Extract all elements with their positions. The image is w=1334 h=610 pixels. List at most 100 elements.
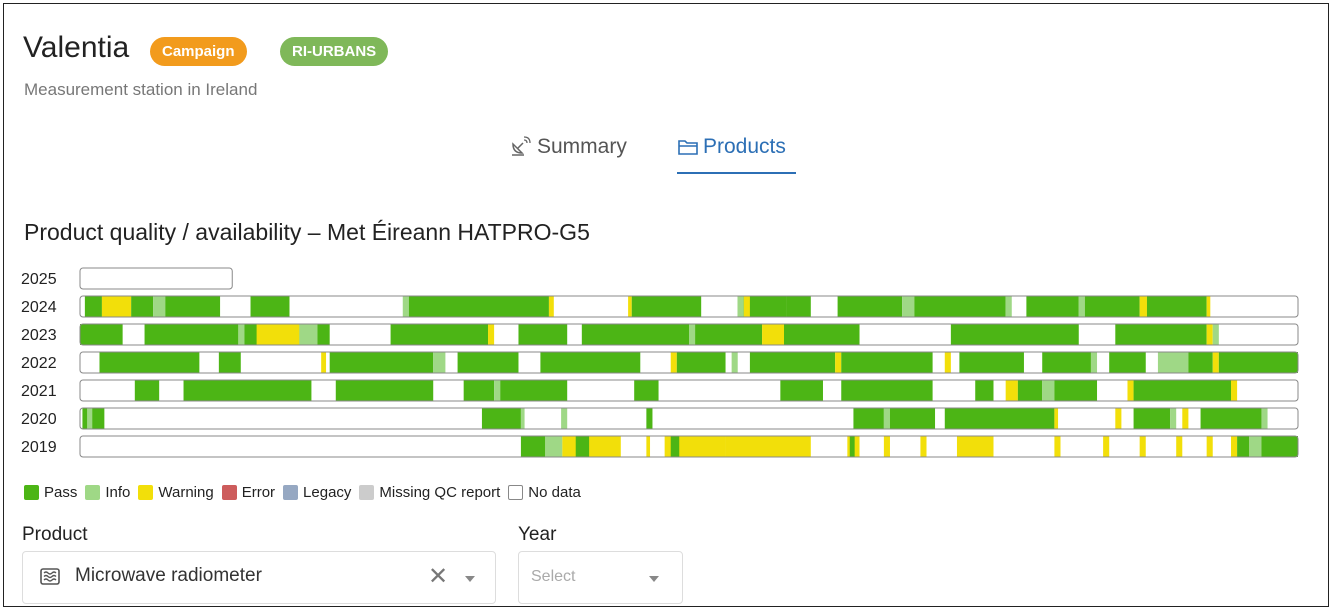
availability-segment-warning[interactable] [1115,408,1122,429]
availability-segment-pass[interactable] [849,436,855,457]
availability-segment-info[interactable] [520,408,525,429]
availability-row[interactable] [79,351,1299,374]
availability-segment-info[interactable] [1170,408,1177,429]
availability-segment-pass[interactable] [1084,296,1140,317]
availability-segment-pass[interactable] [1261,436,1298,457]
availability-segment-warning[interactable] [1054,436,1061,457]
availability-segment-pass[interactable] [134,380,160,401]
product-select[interactable]: Microwave radiometer ✕ [22,551,496,604]
availability-segment-warning[interactable] [883,436,890,457]
availability-segment-pass[interactable] [131,296,154,317]
availability-segment-pass[interactable] [914,296,1006,317]
chevron-down-icon[interactable] [649,576,659,582]
availability-segment-pass[interactable] [84,296,102,317]
tab-products[interactable]: Products [677,132,796,174]
availability-segment-warning[interactable] [743,296,750,317]
availability-segment-pass[interactable] [457,352,519,373]
tab-summary[interactable]: Summary [509,132,627,174]
availability-segment-warning[interactable] [1176,436,1183,457]
availability-segment-info[interactable] [1005,296,1012,317]
availability-row[interactable] [79,407,1299,430]
availability-segment-warning[interactable] [725,436,811,457]
availability-segment-pass[interactable] [80,324,123,345]
availability-segment-warning[interactable] [1206,296,1211,317]
availability-row[interactable] [79,379,1299,402]
availability-segment-pass[interactable] [390,324,489,345]
availability-segment-pass[interactable] [1115,324,1207,345]
availability-segment-info[interactable] [1157,352,1189,373]
availability-segment-pass[interactable] [780,380,823,401]
availability-segment-info[interactable] [153,296,166,317]
availability-segment-info[interactable] [238,324,245,345]
clear-icon[interactable]: ✕ [428,562,448,591]
availability-segment-info[interactable] [299,324,318,345]
availability-segment-info[interactable] [1042,380,1055,401]
availability-segment-pass[interactable] [581,324,689,345]
availability-segment-pass[interactable] [520,436,546,457]
availability-segment-pass[interactable] [540,352,641,373]
availability-segment-info[interactable] [1249,436,1262,457]
availability-segment-warning[interactable] [562,436,621,457]
availability-segment-pass[interactable] [695,324,763,345]
availability-segment-pass[interactable] [518,324,568,345]
availability-segment-warning[interactable] [548,296,554,317]
availability-segment-warning[interactable] [1231,380,1238,401]
availability-segment-pass[interactable] [92,408,105,429]
availability-segment-pass[interactable] [841,352,933,373]
availability-segment-pass[interactable] [335,380,434,401]
availability-segment-pass[interactable] [784,324,860,345]
chevron-down-icon[interactable] [465,576,475,582]
availability-segment-warning[interactable] [1182,408,1189,429]
availability-segment-warning[interactable] [1139,436,1146,457]
availability-segment-pass[interactable] [99,352,200,373]
availability-segment-pass[interactable] [408,296,549,317]
availability-segment-pass[interactable] [1146,296,1207,317]
availability-segment-pass[interactable] [144,324,239,345]
availability-segment-pass[interactable] [975,380,994,401]
availability-segment-warning[interactable] [670,352,677,373]
availability-segment-warning[interactable] [1054,408,1059,429]
availability-segment-warning[interactable] [321,352,327,373]
availability-segment-pass[interactable] [1017,380,1043,401]
availability-segment-info[interactable] [902,296,915,317]
availability-segment-pass[interactable] [634,380,659,401]
availability-segment-info[interactable] [87,408,93,429]
availability-segment-warning[interactable] [1212,352,1219,373]
availability-segment-pass[interactable] [218,352,241,373]
availability-segment-warning[interactable] [920,436,927,457]
availability-segment-warning[interactable] [762,324,785,345]
availability-segment-pass[interactable] [575,436,590,457]
availability-segment-info[interactable] [731,352,738,373]
availability-segment-pass[interactable] [786,296,811,317]
availability-segment-warning[interactable] [1206,324,1213,345]
availability-segment-pass[interactable] [1054,380,1098,401]
availability-row[interactable] [79,295,1299,318]
availability-segment-warning[interactable] [944,352,951,373]
year-select[interactable]: Select [518,551,683,604]
availability-segment-pass[interactable] [183,380,312,401]
availability-segment-warning[interactable] [628,296,632,317]
availability-segment-warning[interactable] [488,324,495,345]
availability-segment-pass[interactable] [944,408,1055,429]
availability-segment-info[interactable] [561,408,568,429]
availability-segment-warning[interactable] [646,436,651,457]
availability-segment-pass[interactable] [463,380,495,401]
availability-segment-pass[interactable] [1218,352,1298,373]
availability-segment-warning[interactable] [101,296,132,317]
availability-segment-pass[interactable] [837,296,903,317]
availability-row[interactable] [79,435,1299,458]
availability-segment-pass[interactable] [1200,408,1262,429]
availability-segment-pass[interactable] [646,408,653,429]
availability-segment-pass[interactable] [1133,408,1171,429]
availability-segment-pass[interactable] [1133,380,1232,401]
availability-segment-pass[interactable] [841,380,933,401]
availability-segment-info[interactable] [545,436,563,457]
availability-segment-pass[interactable] [1026,296,1079,317]
availability-segment-pass[interactable] [82,408,88,429]
availability-segment-warning[interactable] [1127,380,1134,401]
availability-segment-pass[interactable] [165,296,221,317]
availability-segment-info[interactable] [689,324,696,345]
availability-segment-info[interactable] [433,352,446,373]
availability-segment-info[interactable] [1090,352,1098,373]
availability-segment-pass[interactable] [853,408,884,429]
